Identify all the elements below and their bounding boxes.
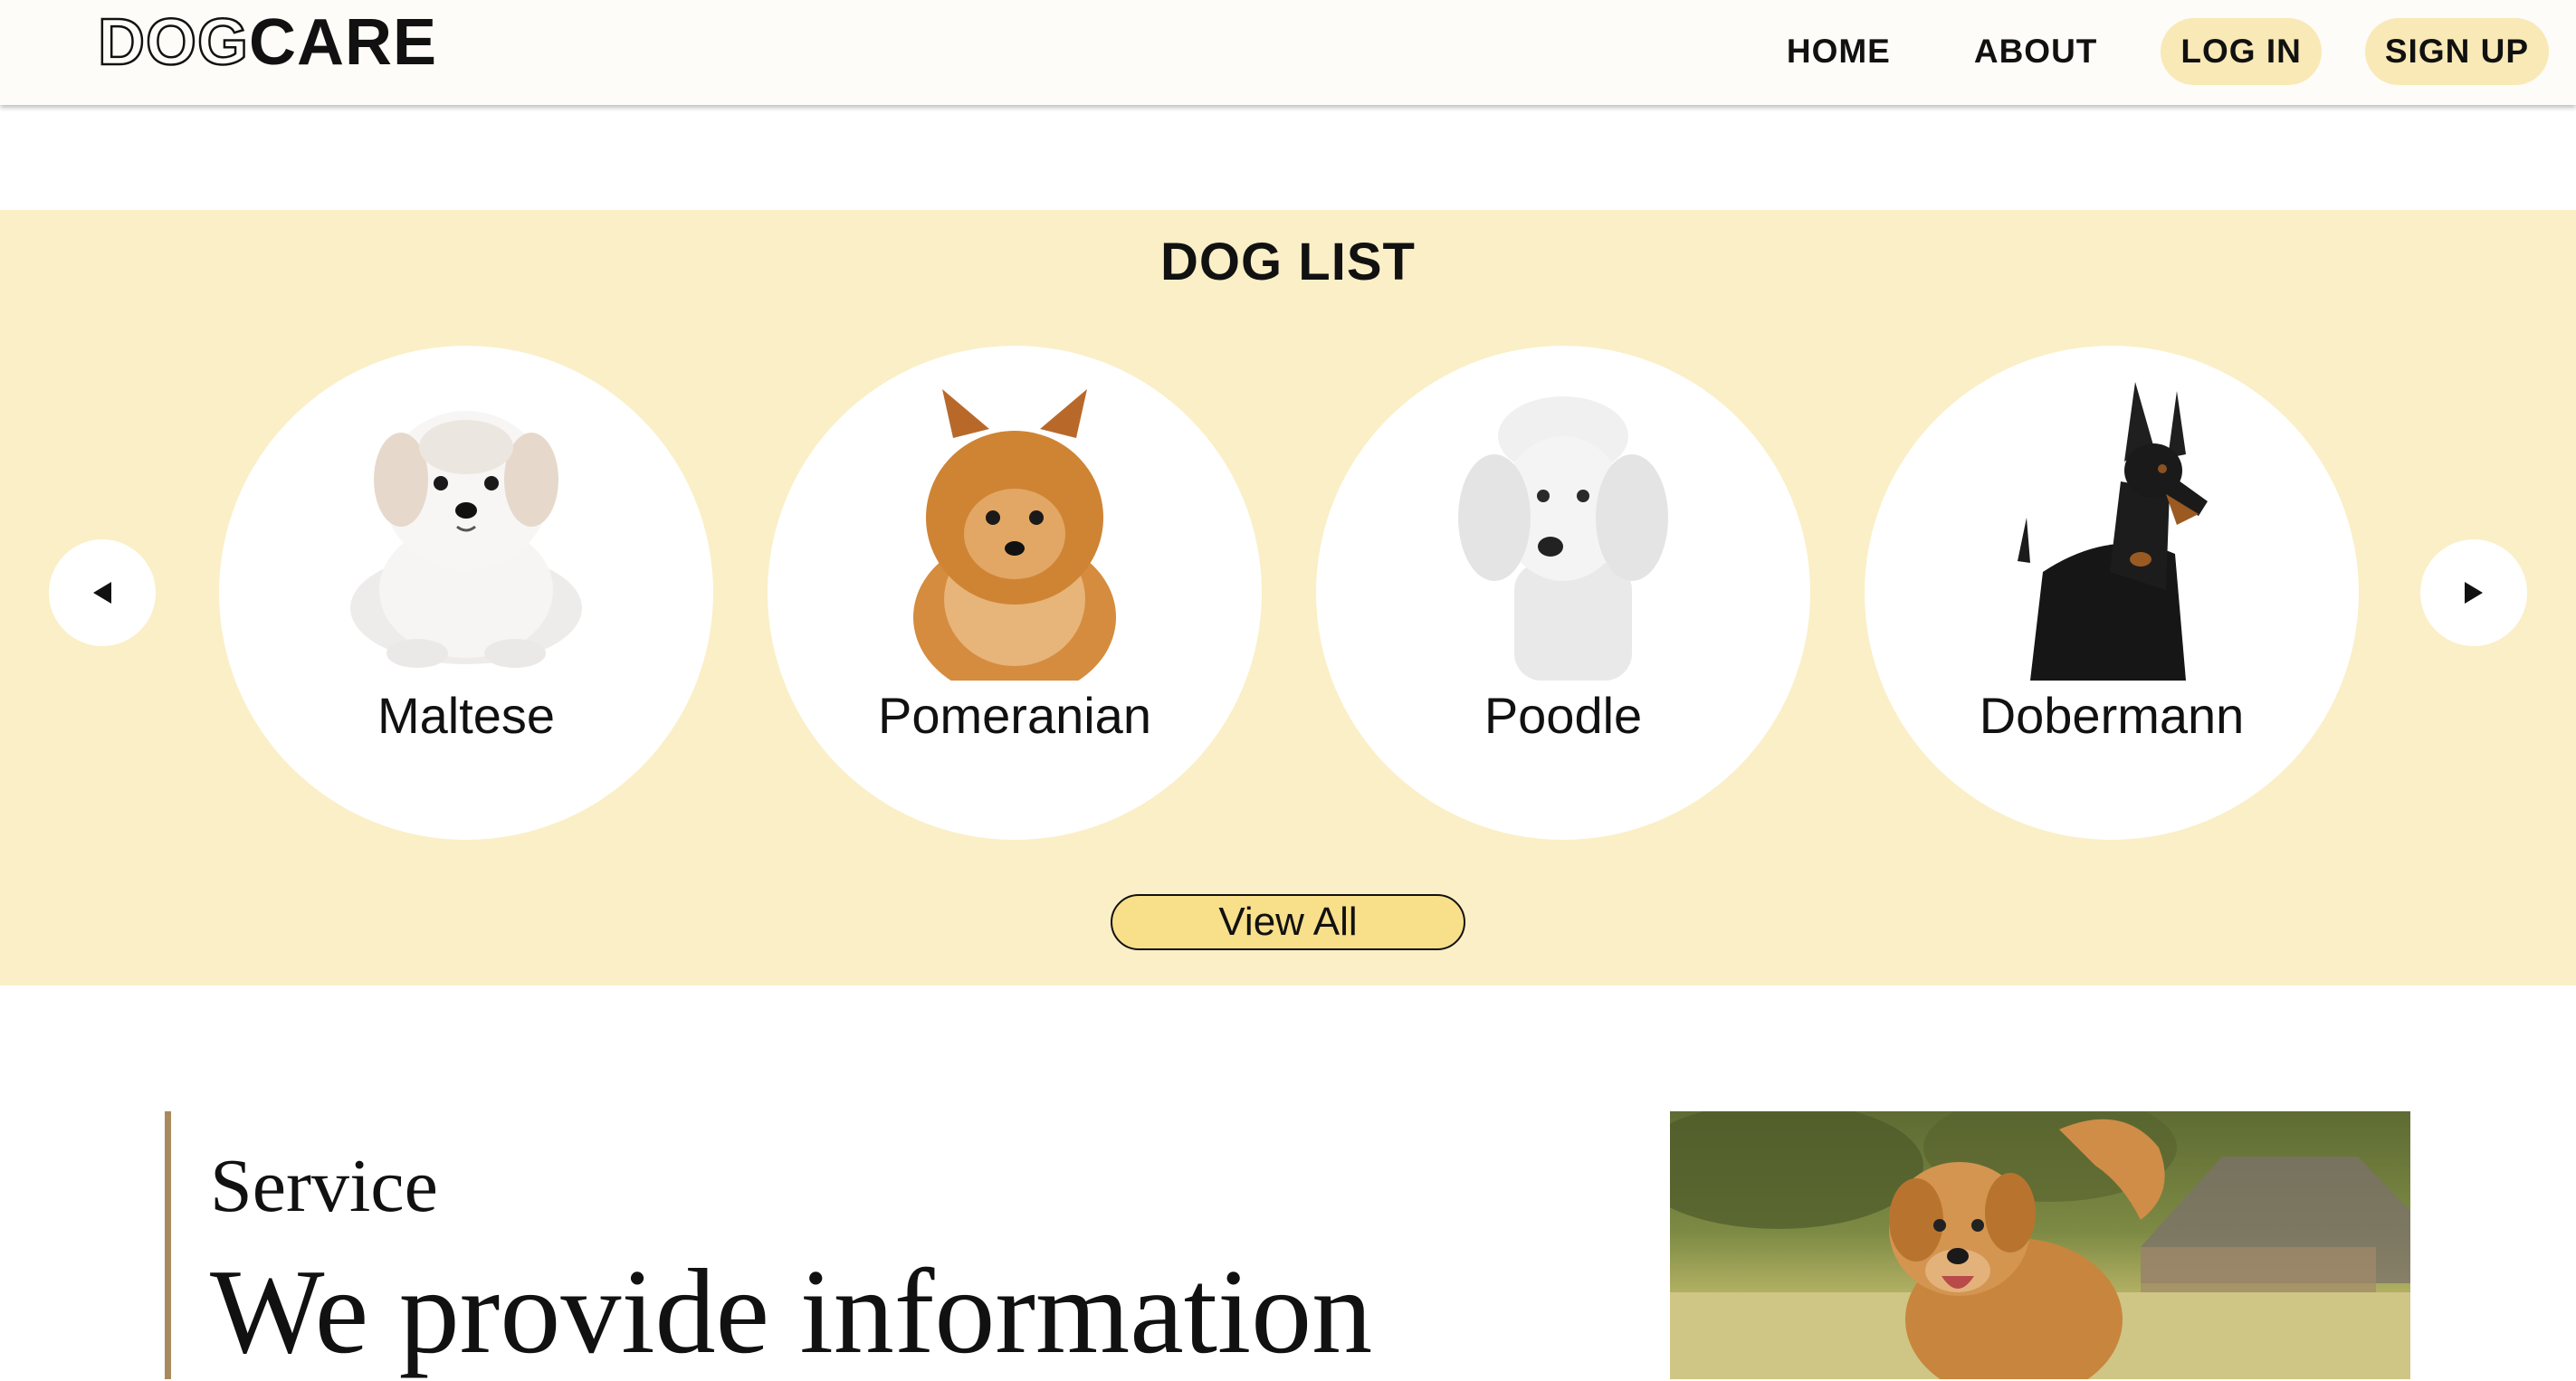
dog-card-maltese[interactable]: Maltese bbox=[219, 346, 713, 840]
dog-name-label: Poodle bbox=[1484, 687, 1643, 744]
nav-home-link[interactable]: HOME bbox=[1767, 18, 1911, 85]
login-button[interactable]: LOG IN bbox=[2161, 18, 2322, 85]
carousel-next-button[interactable] bbox=[2420, 539, 2527, 646]
dog-name-label: Pomeranian bbox=[878, 687, 1151, 744]
poodle-photo bbox=[1458, 396, 1668, 681]
pomeranian-photo bbox=[913, 389, 1116, 681]
carousel-prev-button[interactable] bbox=[49, 539, 156, 646]
service-heading: We provide information bbox=[210, 1244, 1373, 1378]
dog-list-section: DOG LIST Maltese Pomeranian Poodle Dober… bbox=[0, 210, 2576, 986]
dog-name-label: Dobermann bbox=[1979, 687, 2245, 744]
service-label: Service bbox=[210, 1144, 438, 1228]
nav-about-link[interactable]: ABOUT bbox=[1954, 18, 2118, 85]
logo-care-text: CARE bbox=[249, 6, 438, 79]
signup-button[interactable]: SIGN UP bbox=[2364, 18, 2549, 85]
dog-name-label: Maltese bbox=[377, 687, 556, 744]
logo-dog-text: DOG bbox=[97, 5, 250, 81]
top-navbar: DOGCARE HOME ABOUT LOG IN SIGN UP bbox=[0, 0, 2576, 105]
golden-retriever-photo bbox=[1670, 1111, 2410, 1379]
main-nav: HOME ABOUT LOG IN SIGN UP bbox=[1723, 18, 2549, 85]
dog-list-title: DOG LIST bbox=[1160, 233, 1416, 291]
dobermann-photo bbox=[2018, 382, 2208, 681]
triangle-left-icon bbox=[93, 582, 111, 604]
dog-card-poodle[interactable]: Poodle bbox=[1316, 346, 1810, 840]
dog-card-dobermann[interactable]: Dobermann bbox=[1865, 346, 2359, 840]
site-logo[interactable]: DOGCARE bbox=[97, 4, 438, 81]
view-all-button[interactable]: View All bbox=[1111, 894, 1465, 950]
triangle-right-icon bbox=[2465, 582, 2483, 604]
maltese-photo bbox=[350, 411, 582, 668]
service-accent-bar bbox=[165, 1111, 171, 1379]
dog-card-pomeranian[interactable]: Pomeranian bbox=[768, 346, 1262, 840]
